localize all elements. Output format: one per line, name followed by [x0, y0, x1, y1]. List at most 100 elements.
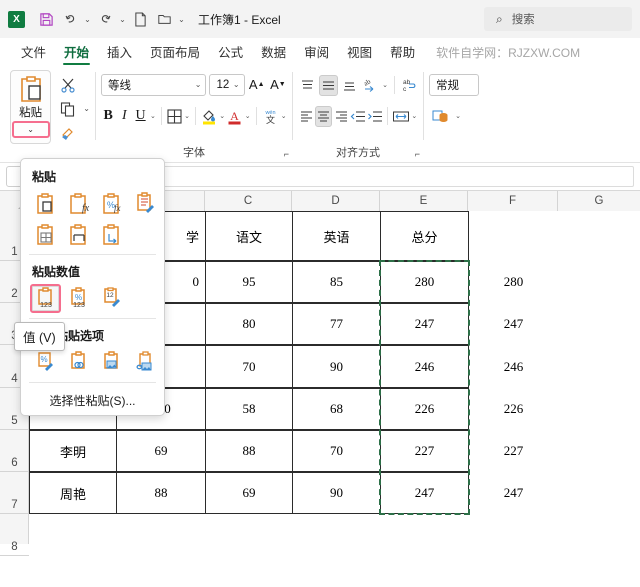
redo-dropdown-caret-icon[interactable]: ⌄ [117, 15, 128, 24]
paste-transpose-icon[interactable] [96, 220, 127, 249]
cell-c1[interactable]: 语文 [205, 211, 293, 261]
increase-indent-button[interactable] [367, 106, 383, 127]
cell-c2[interactable]: 95 [205, 261, 293, 303]
column-header-g[interactable]: G [558, 191, 640, 211]
paste-formulas-icon[interactable]: fx [63, 189, 94, 218]
paste-picture-icon[interactable] [96, 348, 127, 377]
font-color-button[interactable]: A [227, 105, 242, 127]
align-right-button[interactable] [333, 106, 349, 127]
cell-d4[interactable]: 90 [292, 345, 381, 388]
paste-all-icon[interactable] [30, 189, 61, 218]
chevron-down-icon[interactable]: ⌄ [195, 80, 202, 89]
tab-file[interactable]: 文件 [12, 42, 55, 66]
align-middle-button[interactable] [318, 74, 339, 96]
fill-color-button[interactable] [201, 105, 217, 127]
bold-button[interactable]: B [101, 105, 115, 127]
cell-e1[interactable]: 总分 [380, 211, 469, 261]
column-header-d[interactable]: D [292, 191, 380, 211]
decrease-font-size-button[interactable]: A ▼ [269, 74, 287, 96]
paste-keep-source-formatting-icon[interactable] [129, 189, 160, 218]
accounting-format-button[interactable] [429, 105, 451, 127]
chevron-down-icon[interactable]: ⌄ [233, 80, 240, 89]
tab-page-layout[interactable]: 页面布局 [141, 42, 209, 66]
undo-dropdown-caret-icon[interactable]: ⌄ [82, 15, 93, 24]
cell-b6[interactable]: 69 [116, 430, 206, 472]
phonetic-dropdown-caret-icon[interactable]: ⌄ [281, 112, 287, 120]
save-icon[interactable] [34, 7, 58, 31]
cell-d7[interactable]: 90 [292, 472, 381, 514]
phonetic-guide-button[interactable]: wén 文 [262, 105, 279, 127]
copy-dropdown-caret-icon[interactable]: ⌄ [83, 104, 90, 113]
undo-icon[interactable] [58, 7, 82, 31]
font-name-combo[interactable]: 等线 ⌄ [101, 73, 207, 96]
align-top-button[interactable] [298, 75, 318, 96]
redo-icon[interactable] [93, 7, 117, 31]
cell-e3[interactable]: 247 [380, 303, 469, 345]
cell-b7[interactable]: 88 [116, 472, 206, 514]
cell-a6[interactable]: 李明 [29, 430, 117, 472]
cell-c3[interactable]: 80 [205, 303, 293, 345]
fill-color-dropdown-caret-icon[interactable]: ⌄ [219, 112, 225, 120]
cell-e6[interactable]: 227 [380, 430, 469, 472]
format-painter-button[interactable] [58, 122, 90, 143]
row-header-8[interactable]: 8 [0, 514, 29, 556]
cell-d6[interactable]: 70 [292, 430, 381, 472]
cell-d5[interactable]: 68 [292, 388, 381, 430]
open-icon[interactable] [152, 7, 176, 31]
paste-dropdown-button[interactable]: ⌄ [11, 121, 50, 138]
tab-help[interactable]: 帮助 [381, 42, 424, 66]
number-format-combo[interactable]: 常规 [429, 73, 479, 96]
merge-cells-button[interactable] [392, 106, 410, 127]
cut-button[interactable] [58, 74, 90, 95]
paste-formulas-number-format-icon[interactable]: % fx [96, 189, 127, 218]
cell-f5[interactable]: 226 [469, 388, 558, 430]
font-color-dropdown-caret-icon[interactable]: ⌄ [244, 112, 251, 120]
cell-f4[interactable]: 246 [469, 345, 558, 388]
cell-f3[interactable]: 247 [469, 303, 558, 345]
cell-c5[interactable]: 58 [205, 388, 293, 430]
tab-view[interactable]: 视图 [338, 42, 381, 66]
tab-home[interactable]: 开始 [55, 42, 98, 66]
paste-link-icon[interactable] [63, 348, 94, 377]
tab-data[interactable]: 数据 [252, 42, 295, 66]
column-header-e[interactable]: E [380, 191, 468, 211]
increase-font-size-button[interactable]: A ▲ [248, 74, 266, 96]
tab-review[interactable]: 审阅 [295, 42, 338, 66]
cell-e7[interactable]: 247 [380, 472, 469, 514]
row-header-7[interactable]: 7 [0, 472, 29, 514]
cell-a7[interactable]: 周艳 [29, 472, 117, 514]
paste-values-source-formatting-icon[interactable]: 12 [96, 284, 127, 313]
cell-d1[interactable]: 英语 [292, 211, 381, 261]
merge-dropdown-caret-icon[interactable]: ⌄ [411, 112, 418, 120]
copy-button[interactable]: ⌄ [58, 98, 90, 119]
cell-e2[interactable]: 280 [380, 261, 469, 303]
align-bottom-button[interactable] [339, 75, 359, 96]
borders-dropdown-caret-icon[interactable]: ⌄ [184, 112, 190, 120]
accounting-dropdown-caret-icon[interactable]: ⌄ [453, 112, 463, 120]
cell-c7[interactable]: 69 [205, 472, 293, 514]
wrap-text-button[interactable]: ab c [398, 75, 418, 96]
tab-insert[interactable]: 插入 [98, 42, 141, 66]
alignment-dialog-launcher[interactable]: ⌐ [415, 149, 420, 159]
italic-button[interactable]: I [117, 105, 131, 127]
underline-dropdown-caret-icon[interactable]: ⌄ [150, 112, 156, 120]
paste-values-icon[interactable]: 123 [30, 284, 61, 313]
column-header-f[interactable]: F [468, 191, 558, 211]
orientation-button[interactable]: ab [360, 75, 380, 96]
column-header-c[interactable]: C [205, 191, 292, 211]
orientation-dropdown-caret-icon[interactable]: ⌄ [381, 81, 390, 89]
decrease-indent-button[interactable] [350, 106, 366, 127]
new-icon[interactable] [128, 7, 152, 31]
font-size-combo[interactable]: 12 ⌄ [209, 73, 245, 96]
paste-no-borders-icon[interactable] [30, 220, 61, 249]
cell-e5[interactable]: 226 [380, 388, 469, 430]
font-dialog-launcher[interactable]: ⌐ [284, 149, 289, 159]
customize-qat-icon[interactable]: ⌄ [176, 15, 187, 24]
paste-formatting-icon[interactable]: % [30, 348, 61, 377]
search-input[interactable]: ⌕ 搜索 [484, 7, 632, 31]
row-header-6[interactable]: 6 [0, 430, 29, 472]
align-left-button[interactable] [298, 106, 314, 127]
cell-d3[interactable]: 77 [292, 303, 381, 345]
cell-c6[interactable]: 88 [205, 430, 293, 472]
paste-linked-picture-icon[interactable] [129, 348, 160, 377]
